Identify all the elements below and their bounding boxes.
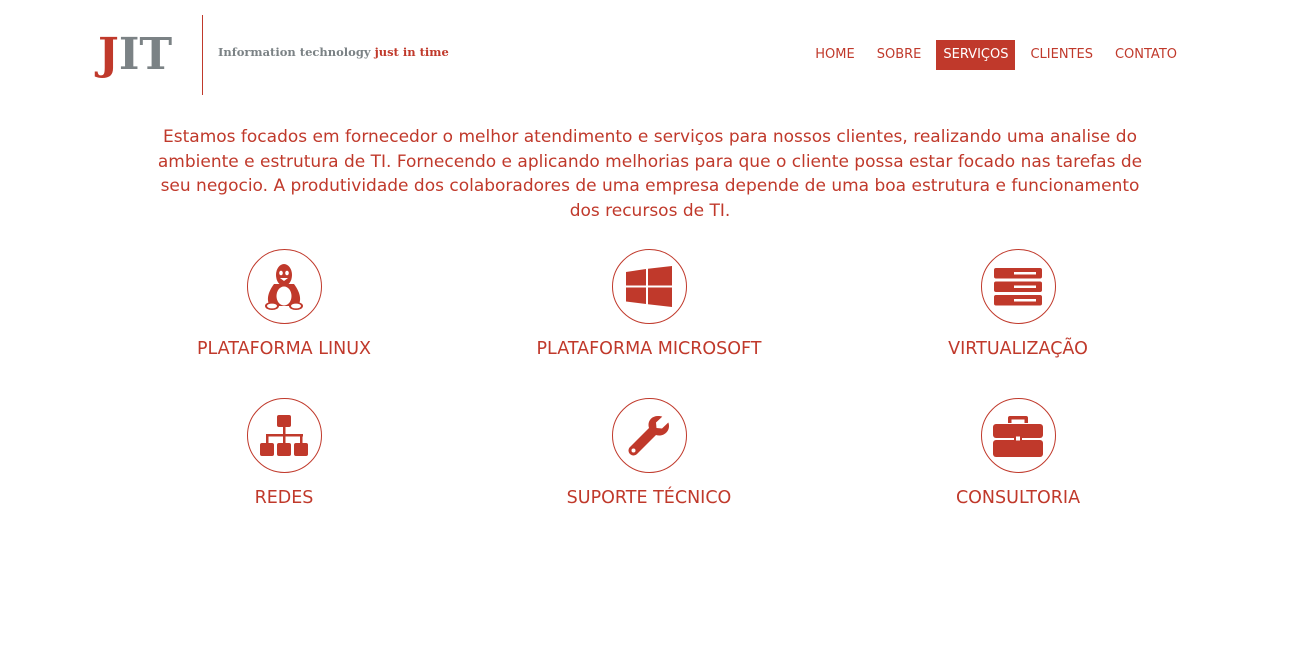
service-microsoft[interactable]: PLATAFORMA MICROSOFT [489, 249, 809, 359]
service-label: REDES [254, 488, 314, 508]
main-nav: HOME SOBRE SERVIÇOS CLIENTES CONTATO [800, 40, 1184, 70]
service-icon-circle [980, 249, 1056, 324]
service-icon-circle [611, 398, 687, 473]
nav-contato[interactable]: CONTATO [1108, 40, 1184, 70]
linux-tux-icon [265, 263, 303, 310]
tagline-main: Information technology [218, 45, 371, 59]
service-label: PLATAFORMA LINUX [196, 339, 372, 359]
service-label: SUPORTE TÉCNICO [566, 488, 732, 508]
service-virtualizacao[interactable]: VIRTUALIZAÇÃO [858, 249, 1178, 359]
logo-letter-j: J [98, 29, 119, 80]
service-label: CONSULTORIA [955, 488, 1081, 508]
logo[interactable]: J IT [98, 30, 172, 80]
briefcase-icon [993, 415, 1043, 457]
nav-clientes[interactable]: CLIENTES [1023, 40, 1100, 70]
service-label: PLATAFORMA MICROSOFT [536, 339, 762, 359]
service-icon-circle [246, 398, 322, 473]
service-linux[interactable]: PLATAFORMA LINUX [124, 249, 444, 359]
wrench-icon [628, 415, 669, 455]
nav-servicos[interactable]: SERVIÇOS [936, 40, 1016, 70]
service-icon-circle [246, 249, 322, 324]
service-consultoria[interactable]: CONSULTORIA [858, 398, 1178, 508]
network-tree-icon [260, 414, 308, 456]
intro-text: Estamos focados em fornecedor o melhor a… [157, 127, 1143, 221]
logo-letters-it: IT [118, 29, 173, 80]
tagline-accent: just in time [374, 45, 449, 59]
page: J IT Information technology just in time … [0, 0, 1300, 670]
tagline: Information technology just in time [218, 45, 449, 59]
server-stack-icon [994, 267, 1042, 305]
windows-icon [626, 265, 672, 307]
service-suporte[interactable]: SUPORTE TÉCNICO [489, 398, 809, 508]
service-redes[interactable]: REDES [124, 398, 444, 508]
service-icon-circle [980, 398, 1056, 473]
service-icon-circle [611, 249, 687, 324]
logo-divider [202, 15, 203, 95]
service-label: VIRTUALIZAÇÃO [948, 339, 1088, 359]
nav-sobre[interactable]: SOBRE [870, 40, 929, 70]
nav-home[interactable]: HOME [808, 40, 861, 70]
